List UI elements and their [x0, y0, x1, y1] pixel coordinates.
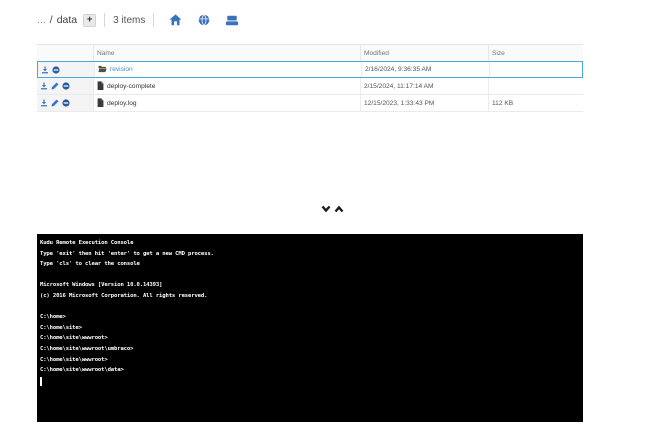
actions-header-cell: [37, 45, 93, 61]
console-line: Microsoft Windows [Version 10.0.14393]: [40, 280, 579, 291]
row-actions-cell: [37, 95, 93, 111]
console-resize-controls: [321, 205, 344, 213]
console-line: [40, 270, 579, 281]
console-line: C:\home>: [40, 312, 579, 323]
table-row: deploy-complete 2/15/2024, 11:17:14 AM: [37, 78, 583, 95]
console-cursor: [40, 377, 42, 386]
breadcrumb-parent-link[interactable]: ...: [37, 14, 46, 26]
chevron-down-icon[interactable]: [321, 205, 331, 213]
modified-cell: 2/15/2024, 11:17:14 AM: [360, 78, 488, 94]
home-icon[interactable]: [168, 13, 183, 28]
edit-icon[interactable]: [51, 99, 59, 107]
size-column-header: Size: [488, 45, 583, 61]
console-line: C:\home\site>: [40, 323, 579, 334]
chevron-up-icon[interactable]: [334, 205, 344, 213]
size-cell: [489, 62, 584, 77]
file-browser-table: Name Modified Size revision 2/16/2024, 9…: [37, 44, 583, 112]
console-line: C:\home\site\wwwroot\umbraco>: [40, 344, 579, 355]
table-row: deploy.log 12/15/2023, 1:33:43 PM 112 KB: [37, 95, 583, 112]
row-actions-cell: [38, 62, 94, 77]
file-name-cell: deploy-complete: [93, 78, 360, 94]
globe-icon[interactable]: [196, 13, 211, 28]
table-row: revision 2/16/2024, 9:36:35 AM: [37, 61, 583, 78]
modified-column-header: Modified: [360, 45, 488, 61]
size-cell: [488, 78, 583, 94]
file-name-cell: revision: [94, 62, 361, 77]
file-icon: [97, 98, 104, 109]
toolbar-divider: [104, 13, 105, 27]
breadcrumb-current-folder: data: [57, 14, 77, 26]
download-icon[interactable]: [40, 99, 48, 107]
table-header-row: Name Modified Size: [37, 45, 583, 61]
breadcrumb: ... / data: [37, 14, 77, 26]
folder-icon: [98, 65, 107, 75]
new-item-button[interactable]: +: [83, 14, 96, 27]
console-line: C:\home\site\wwwroot>: [40, 355, 579, 366]
console-line: Type 'exit' then hit 'enter' to get a ne…: [40, 249, 579, 260]
file-name-cell: deploy.log: [93, 95, 360, 111]
console-line: C:\home\site\wwwroot\data>: [40, 365, 579, 376]
remote-execution-console[interactable]: Kudu Remote Execution Console Type 'exit…: [37, 234, 583, 422]
download-icon[interactable]: [41, 66, 49, 74]
console-line: [40, 302, 579, 313]
file-icon: [97, 81, 104, 92]
download-icon[interactable]: [40, 82, 48, 90]
drive-icon[interactable]: [224, 13, 239, 28]
file-name-label[interactable]: deploy-complete: [107, 83, 155, 90]
edit-icon[interactable]: [51, 82, 59, 90]
modified-cell: 12/15/2023, 1:33:43 PM: [360, 95, 488, 111]
name-column-header: Name: [93, 45, 360, 61]
breadcrumb-separator: /: [50, 14, 53, 26]
item-count-label: 3 items: [113, 15, 145, 26]
row-actions-cell: [37, 78, 93, 94]
toolbar: ... / data + 3 items: [37, 9, 239, 31]
console-line: Kudu Remote Execution Console: [40, 238, 579, 249]
modified-cell: 2/16/2024, 9:36:35 AM: [361, 62, 489, 77]
delete-icon[interactable]: [62, 99, 70, 107]
console-line: Type 'cls' to clear the console: [40, 259, 579, 270]
folder-name-link[interactable]: revision: [110, 66, 133, 73]
file-name-label[interactable]: deploy.log: [107, 100, 137, 107]
console-line: C:\home\site\wwwroot>: [40, 333, 579, 344]
toolbar-divider: [153, 13, 154, 27]
console-line: (c) 2016 Microsoft Corporation. All righ…: [40, 291, 579, 302]
size-cell: 112 KB: [488, 95, 583, 111]
delete-icon[interactable]: [62, 82, 70, 90]
delete-icon[interactable]: [52, 66, 60, 74]
